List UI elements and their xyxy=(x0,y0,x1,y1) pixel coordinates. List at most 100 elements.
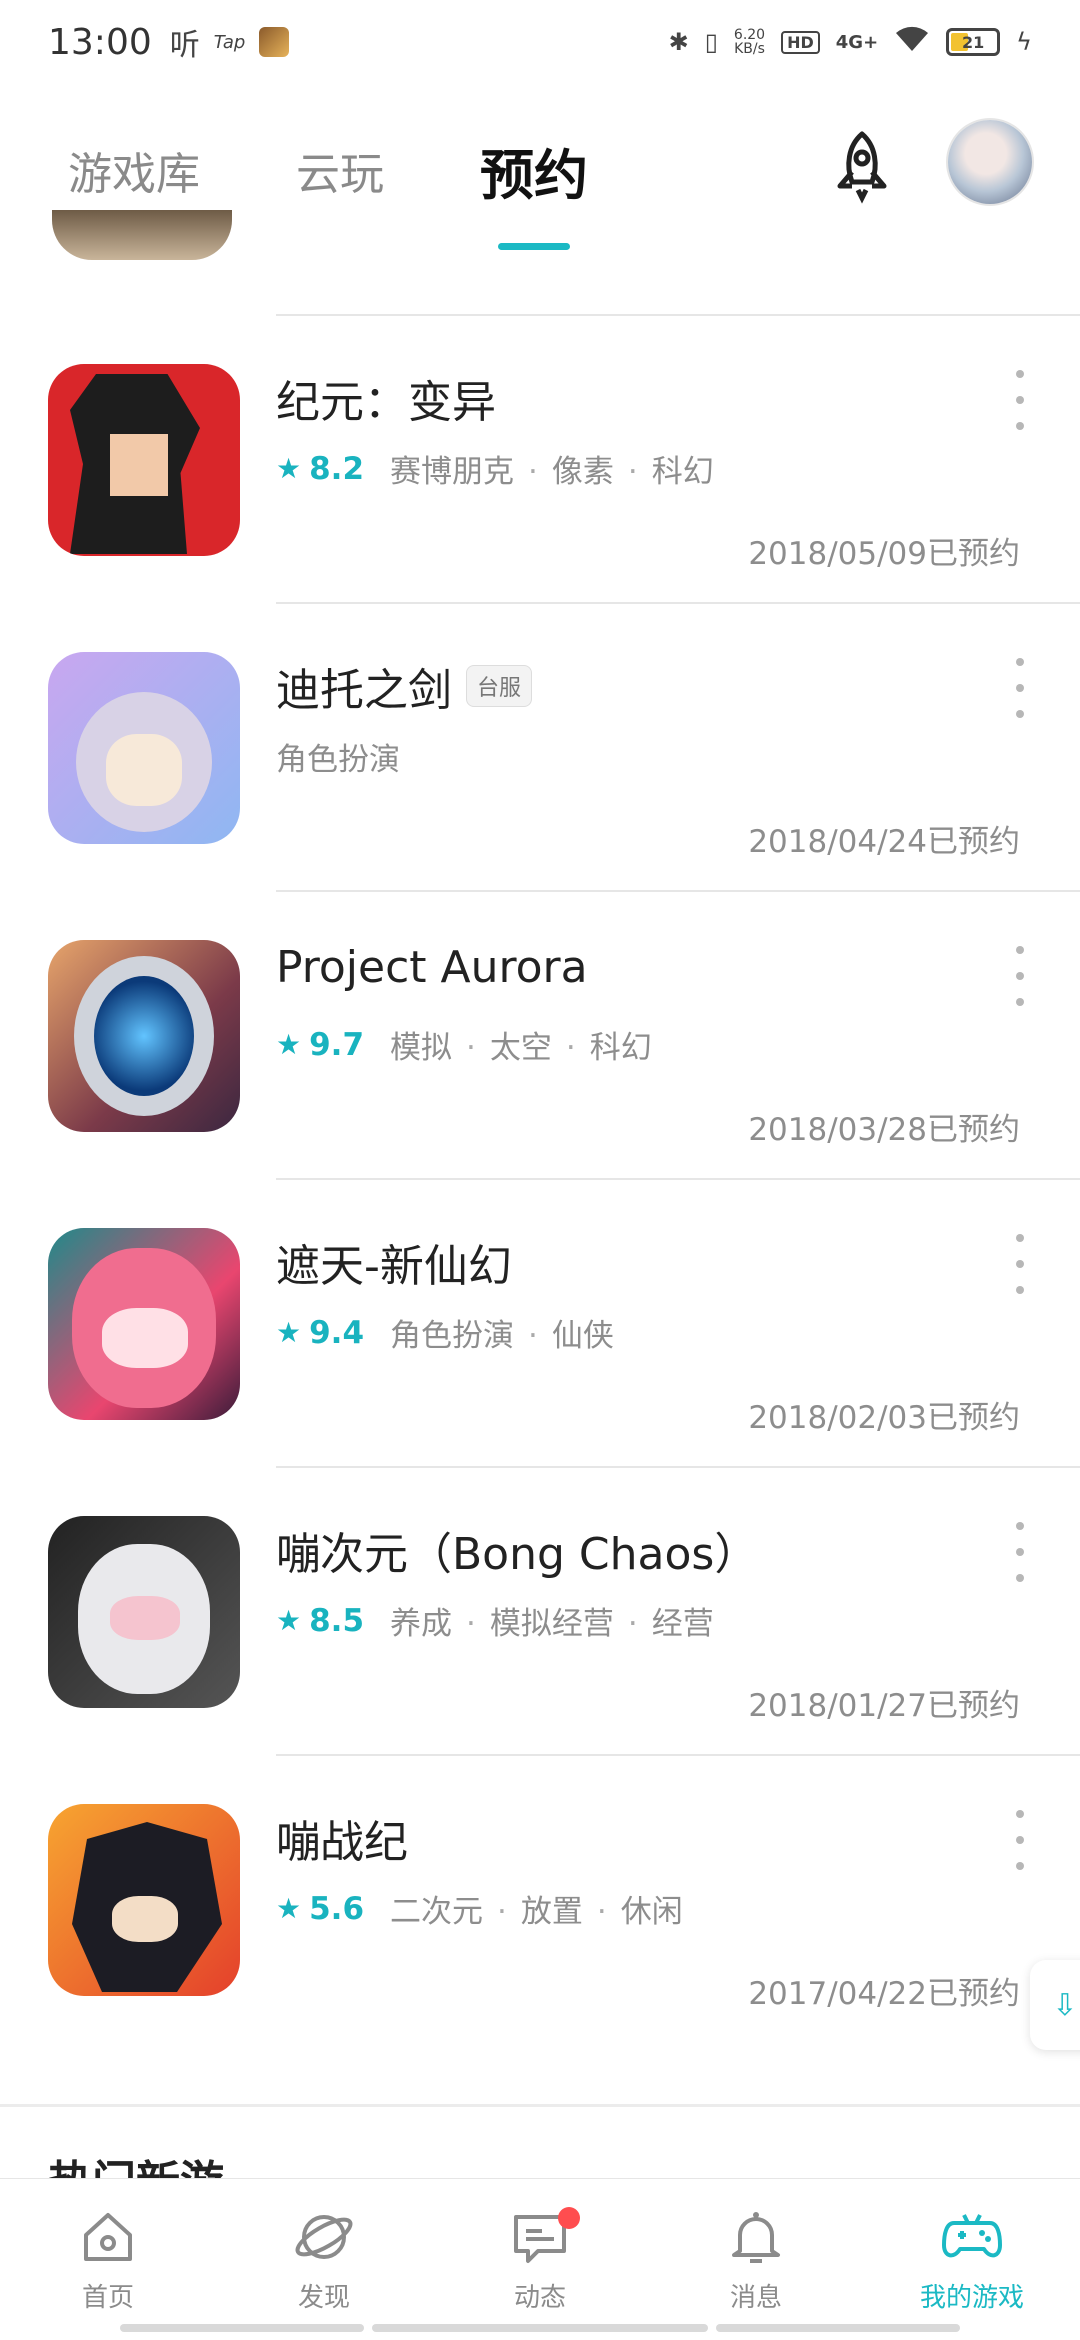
nav-label: 动态 xyxy=(513,2283,566,2313)
taptap-app-icon: Tap xyxy=(213,31,246,53)
tag: 休闲 xyxy=(620,1894,683,1930)
home-icon xyxy=(84,2213,132,2261)
reserved-date: 2018/03/28已预约 xyxy=(748,1112,1020,1148)
more-options-icon[interactable] xyxy=(1008,946,1032,1006)
more-options-icon[interactable] xyxy=(1008,1810,1032,1870)
game-icon[interactable] xyxy=(48,652,240,844)
tags: 养成 · 模拟经营 · 经营 xyxy=(390,1606,714,1642)
rocket-icon[interactable] xyxy=(824,128,900,204)
bottom-nav: 首页 发现 动态 消息 我的游戏 xyxy=(0,2178,1080,2340)
list-item[interactable]: 嘣次元（Bong Chaos） ★ 8.5 养成 · 模拟经营 · 经营 2018/01/… xyxy=(0,1466,1080,1756)
reserved-date: 2018/04/24已预约 xyxy=(748,824,1020,860)
nav-feed[interactable]: 动态 xyxy=(432,2179,648,2340)
game-icon[interactable] xyxy=(48,1228,240,1420)
star-icon: ★ xyxy=(276,1028,302,1061)
signal-icon: 4G+ xyxy=(835,31,879,53)
download-manager-tab[interactable]: ⇩ xyxy=(1030,1960,1080,2050)
reserved-date: 2018/02/03已预约 xyxy=(748,1400,1020,1436)
download-icon: ⇩ xyxy=(1052,1987,1078,2023)
game-meta: ★ 8.2 赛博朋克 · 像素 · 科幻 xyxy=(276,446,714,491)
game-icon[interactable] xyxy=(48,1516,240,1708)
tab-reservations[interactable]: 预约 xyxy=(480,131,588,210)
tag: 养成 xyxy=(390,1606,453,1642)
nav-discover[interactable]: 发现 xyxy=(216,2179,432,2340)
game-icon[interactable] xyxy=(48,940,240,1132)
tags: 赛博朋克 · 像素 · 科幻 xyxy=(390,454,714,490)
game-title-text: 迪托之剑 xyxy=(276,665,452,716)
more-options-icon[interactable] xyxy=(1008,370,1032,430)
notification-icons: 听 Tap xyxy=(170,20,290,64)
game-title[interactable]: 嘣战纪 xyxy=(276,1806,408,1870)
list-item[interactable]: 迪托之剑 台服 角色扮演 2018/04/24已预约 xyxy=(0,602,1080,892)
more-options-icon[interactable] xyxy=(1008,658,1032,718)
game-title-text: 遮天-新仙幻 xyxy=(276,1241,512,1292)
rating: ★ 9.4 xyxy=(276,1315,364,1351)
nav-my-games[interactable]: 我的游戏 xyxy=(864,2179,1080,2340)
status-bar: 13:00 听 Tap ✱ ▯ 6.20 KB/s HD 4G+ 21 ϟ xyxy=(0,0,1080,84)
star-icon: ★ xyxy=(276,1316,302,1349)
network-speed: 6.20 KB/s xyxy=(734,28,765,56)
region-badge: 台服 xyxy=(466,665,533,707)
gesture-bar xyxy=(716,2324,960,2332)
discover-icon xyxy=(295,2215,353,2259)
tag: 像素 xyxy=(551,454,614,490)
reservation-list: 纪元：变异 ★ 8.2 赛博朋克 · 像素 · 科幻 2018/05/09已预约 迪托之剑… xyxy=(0,210,1080,2044)
notification-badge xyxy=(558,2207,580,2229)
tag: 赛博朋克 xyxy=(390,454,515,490)
listen-app-icon: 听 xyxy=(169,28,200,63)
game-title[interactable]: 嘣次元（Bong Chaos） xyxy=(276,1518,758,1582)
bell-icon xyxy=(732,2212,780,2263)
tag: 经营 xyxy=(651,1606,714,1642)
tag: 角色扮演 xyxy=(276,742,400,778)
game-meta: 角色扮演 xyxy=(276,734,400,779)
game-icon[interactable] xyxy=(48,1804,240,1996)
tags: 角色扮演 xyxy=(276,734,400,779)
game-app-icon xyxy=(259,27,290,57)
tag: 模拟 xyxy=(390,1030,453,1066)
tag: 模拟经营 xyxy=(489,1606,614,1642)
tags: 角色扮演 · 仙侠 xyxy=(390,1318,614,1354)
hd-icon: HD xyxy=(781,30,820,54)
more-options-icon[interactable] xyxy=(1008,1522,1032,1582)
game-meta: ★ 9.4 角色扮演 · 仙侠 xyxy=(276,1310,614,1355)
list-item[interactable]: 纪元：变异 ★ 8.2 赛博朋克 · 像素 · 科幻 2018/05/09已预约 xyxy=(0,314,1080,604)
system-icons: ✱ ▯ 6.20 KB/s HD 4G+ 21 ϟ xyxy=(669,25,1032,59)
game-title[interactable]: 遮天-新仙幻 xyxy=(276,1230,512,1294)
section-divider xyxy=(0,2104,1080,2107)
nav-label: 发现 xyxy=(297,2283,350,2313)
game-title[interactable]: Project Aurora xyxy=(276,942,588,993)
game-title[interactable]: 纪元：变异 xyxy=(276,366,496,430)
battery-icon: 21 xyxy=(946,28,1001,56)
rating-value: 9.7 xyxy=(309,1026,365,1063)
rating-value: 8.5 xyxy=(309,1602,365,1639)
tags: 二次元 · 放置 · 休闲 xyxy=(390,1894,683,1930)
game-icon[interactable] xyxy=(48,364,240,556)
nav-messages[interactable]: 消息 xyxy=(648,2179,864,2340)
tag: 科幻 xyxy=(589,1030,652,1066)
list-item[interactable]: 嘣战纪 ★ 5.6 二次元 · 放置 · 休闲 2017/04/22已预约 xyxy=(0,1754,1080,2044)
reserved-date: 2018/05/09已预约 xyxy=(748,536,1020,572)
tag: 放置 xyxy=(520,1894,583,1930)
nav-home[interactable]: 首页 xyxy=(0,2179,216,2340)
tag: 二次元 xyxy=(390,1894,484,1930)
tag: 太空 xyxy=(489,1030,552,1066)
tag: 科幻 xyxy=(651,454,714,490)
rating: ★ 9.7 xyxy=(276,1027,364,1063)
tab-cloud-play[interactable]: 云玩 xyxy=(296,138,384,202)
tag: 角色扮演 xyxy=(390,1318,515,1354)
nav-label: 消息 xyxy=(729,2283,782,2313)
rating-value: 5.6 xyxy=(309,1890,365,1927)
gamepad-icon xyxy=(942,2214,1002,2258)
list-item[interactable]: 遮天-新仙幻 ★ 9.4 角色扮演 · 仙侠 2018/02/03已预约 xyxy=(0,1178,1080,1468)
list-item[interactable]: Project Aurora ★ 9.7 模拟 · 太空 · 科幻 2018/03/28已… xyxy=(0,890,1080,1180)
more-options-icon[interactable] xyxy=(1008,1234,1032,1294)
user-avatar[interactable] xyxy=(948,120,1032,204)
bluetooth-icon: ✱ xyxy=(668,28,689,56)
game-title[interactable]: 迪托之剑 台服 xyxy=(276,654,533,718)
star-icon: ★ xyxy=(276,1892,302,1925)
tab-game-library[interactable]: 游戏库 xyxy=(68,138,200,202)
rating: ★ 8.2 xyxy=(276,451,364,487)
tags: 模拟 · 太空 · 科幻 xyxy=(390,1030,652,1066)
game-meta: ★ 9.7 模拟 · 太空 · 科幻 xyxy=(276,1022,652,1067)
game-title-text: 嘣次元（Bong Chaos） xyxy=(276,1529,759,1580)
